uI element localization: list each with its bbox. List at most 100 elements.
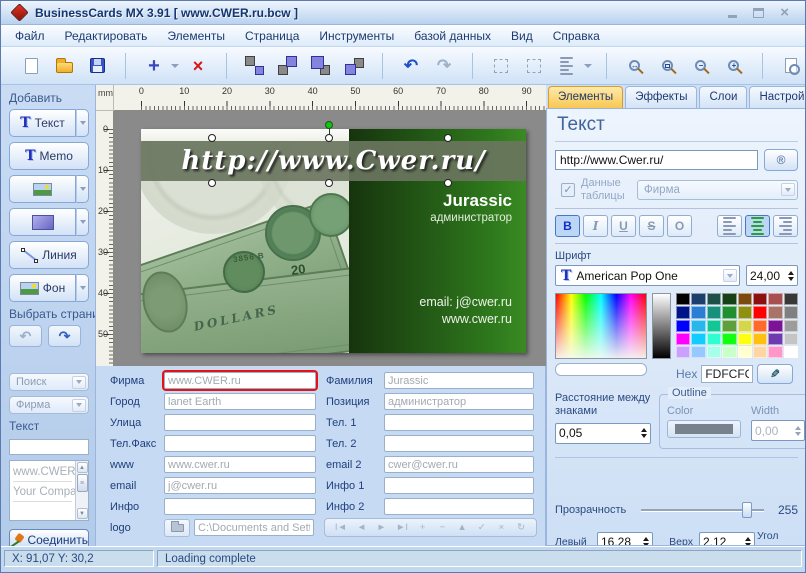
font-size-spinner[interactable]: 24,00	[746, 265, 798, 286]
palette-swatch[interactable]	[738, 293, 752, 305]
element-text-input[interactable]	[555, 150, 758, 170]
palette-swatch[interactable]	[722, 306, 736, 318]
palette-swatch[interactable]	[753, 293, 767, 305]
bring-to-front-button[interactable]	[307, 52, 335, 80]
menu-item[interactable]: Инструменты	[309, 26, 404, 46]
outline-text-button[interactable]: O	[667, 215, 692, 237]
list-scrollbar[interactable]: ▲ ≡ ▼	[75, 461, 88, 520]
palette-swatch[interactable]	[707, 346, 721, 358]
zoom-region-button[interactable]	[654, 52, 682, 80]
db-navigator-button[interactable]: −	[437, 522, 447, 533]
www-field[interactable]	[164, 456, 316, 473]
close-icon[interactable]: ×	[780, 7, 789, 18]
phone2-field[interactable]	[384, 435, 534, 452]
add-image-dropdown[interactable]	[76, 175, 89, 203]
connect-button[interactable]: Соединить	[9, 529, 89, 546]
italic-button[interactable]: I	[583, 215, 608, 237]
palette-swatch[interactable]	[784, 306, 798, 318]
palette-swatch[interactable]	[707, 333, 721, 345]
align-right-button[interactable]	[773, 215, 798, 237]
menu-item[interactable]: Страница	[235, 26, 309, 46]
menu-item[interactable]: Файл	[5, 26, 55, 46]
palette-swatch[interactable]	[722, 346, 736, 358]
top-spinner[interactable]: 2,12	[699, 532, 755, 546]
email2-field[interactable]	[384, 456, 534, 473]
logo-path-field[interactable]	[194, 519, 314, 536]
send-backward-button[interactable]	[241, 52, 269, 80]
db-navigator-button[interactable]: ▲	[457, 522, 467, 533]
grayscale-bar[interactable]	[652, 293, 671, 359]
palette-swatch[interactable]	[676, 346, 690, 358]
firm-field[interactable]	[164, 372, 316, 389]
palette-swatch[interactable]	[707, 320, 721, 332]
add-image-button[interactable]	[9, 175, 76, 203]
menu-item[interactable]: Элементы	[157, 26, 235, 46]
menu-item[interactable]: базой данных	[404, 26, 501, 46]
db-navigator-button[interactable]: I◄	[335, 522, 347, 533]
next-page-button[interactable]: ↷	[48, 325, 81, 347]
palette-swatch[interactable]	[691, 293, 705, 305]
palette-swatch[interactable]	[691, 333, 705, 345]
delete-button[interactable]: ×	[184, 52, 212, 80]
firm-dropdown[interactable]: Фирма	[9, 396, 89, 414]
add-memo-button[interactable]: TMemo	[9, 142, 89, 170]
palette-swatch[interactable]	[753, 306, 767, 318]
add-text-dropdown[interactable]	[76, 109, 89, 137]
palette-swatch[interactable]	[722, 293, 736, 305]
eyedropper-button[interactable]: ✎	[757, 364, 793, 384]
minimize-icon[interactable]	[728, 15, 737, 18]
title-band[interactable]: http://www.Cwer.ru/	[141, 141, 526, 181]
db-navigator-button[interactable]: +	[418, 522, 428, 533]
palette-swatch[interactable]	[768, 306, 782, 318]
send-to-back-button[interactable]	[340, 52, 368, 80]
palette-swatch[interactable]	[784, 293, 798, 305]
card-email-text[interactable]: email: j@cwer.ru	[419, 295, 512, 309]
palette-swatch[interactable]	[753, 346, 767, 358]
menu-item[interactable]: Вид	[501, 26, 543, 46]
opacity-slider[interactable]	[641, 502, 764, 518]
palette-swatch[interactable]	[753, 333, 767, 345]
palette-swatch[interactable]	[691, 320, 705, 332]
palette-swatch[interactable]	[784, 320, 798, 332]
save-button[interactable]	[83, 52, 111, 80]
previous-page-button[interactable]: ↶	[9, 325, 42, 347]
business-card[interactable]: 3856 B 20 DOLLARS Jurassic администратор…	[141, 129, 526, 353]
add-background-dropdown[interactable]	[76, 274, 89, 302]
palette-swatch[interactable]	[676, 306, 690, 318]
selection-handle[interactable]	[325, 179, 333, 187]
menu-item[interactable]: Справка	[543, 26, 610, 46]
hex-input[interactable]	[701, 365, 753, 383]
surname-field[interactable]	[384, 372, 534, 389]
city-field[interactable]	[164, 393, 316, 410]
registered-symbol-button[interactable]: ®	[764, 149, 798, 171]
color-gradient-square[interactable]	[555, 293, 647, 359]
outline-width-spinner[interactable]: 0,00	[751, 420, 805, 441]
tab-elements[interactable]: Элементы	[548, 86, 623, 108]
selection-handle[interactable]	[208, 179, 216, 187]
card-name-text[interactable]: Jurassic	[443, 191, 512, 211]
info1-field[interactable]	[384, 477, 534, 494]
palette-swatch[interactable]	[768, 333, 782, 345]
palette-swatch[interactable]	[784, 333, 798, 345]
palette-swatch[interactable]	[707, 293, 721, 305]
add-shape-button[interactable]	[9, 208, 76, 236]
card-viewport[interactable]: 3856 B 20 DOLLARS Jurassic администратор…	[114, 111, 546, 366]
print-preview-button[interactable]	[777, 52, 805, 80]
palette-swatch[interactable]	[722, 320, 736, 332]
email-field[interactable]	[164, 477, 316, 494]
align-dropdown-caret[interactable]	[584, 64, 592, 68]
scroll-down-icon[interactable]: ▼	[77, 508, 88, 519]
db-navigator-button[interactable]: ✓	[477, 522, 487, 533]
add-line-button[interactable]: Линия	[9, 241, 89, 269]
field-source-dropdown[interactable]: Фирма	[637, 180, 798, 200]
select-all-button[interactable]	[487, 52, 515, 80]
palette-swatch[interactable]	[691, 306, 705, 318]
zoom-in-button[interactable]: +	[720, 52, 748, 80]
position-field[interactable]	[384, 393, 534, 410]
info2-field[interactable]	[384, 498, 534, 515]
zoom-fit-button[interactable]: ↔	[621, 52, 649, 80]
palette-swatch[interactable]	[768, 320, 782, 332]
align-button[interactable]	[553, 52, 581, 80]
selection-handle[interactable]	[444, 134, 452, 142]
palette-swatch[interactable]	[707, 306, 721, 318]
